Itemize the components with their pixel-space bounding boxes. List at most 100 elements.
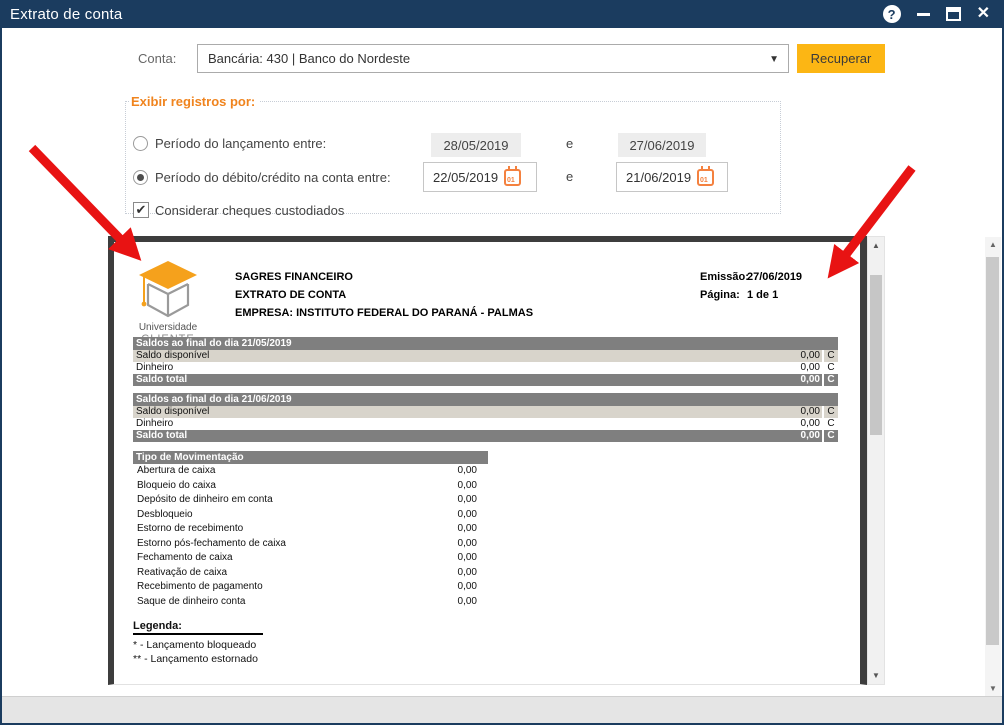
- saldo-row-label: Saldo disponível: [133, 350, 744, 362]
- saldo-row-value: 0,00: [744, 362, 822, 374]
- periodo-debito-credito-label: Período do débito/crédito na conta entre…: [155, 170, 391, 185]
- periodo-lancamento-label: Período do lançamento entre:: [155, 136, 326, 151]
- saldo-row-value: 0,00: [744, 418, 822, 430]
- movement-row-label: Recebimento de pagamento: [133, 580, 417, 595]
- movement-row-value: 0,00: [417, 479, 477, 494]
- status-bar: [2, 696, 1002, 723]
- debito-from-input[interactable]: [424, 170, 502, 185]
- movement-row: Reativação de caixa 0,00: [133, 566, 488, 581]
- report-vertical-scrollbar[interactable]: ▲ ▼: [867, 236, 885, 685]
- report-meta: Emissão:27/06/2019 Página:1 de 1: [700, 268, 802, 304]
- scroll-down-icon[interactable]: ▼: [985, 684, 1001, 693]
- emissao-value: 27/06/2019: [747, 271, 802, 283]
- saldo-row: Saldo total 0,00 C: [133, 430, 838, 442]
- help-icon[interactable]: ?: [883, 5, 901, 23]
- conta-dropdown[interactable]: Bancária: 430 | Banco do Nordeste ▼: [197, 44, 789, 73]
- extrato-de-conta-window: Extrato de conta ? ✕ Conta: Bancária: 43…: [0, 0, 1004, 725]
- movement-row-value: 0,00: [417, 551, 477, 566]
- close-icon[interactable]: ✕: [977, 6, 990, 22]
- movement-row: Abertura de caixa 0,00: [133, 464, 488, 479]
- panel-vertical-scrollbar[interactable]: ▲ ▼: [985, 237, 1001, 696]
- debito-to-input[interactable]: [617, 170, 695, 185]
- report-subtitle: EXTRATO DE CONTA: [235, 286, 533, 304]
- movement-row-value: 0,00: [417, 537, 477, 552]
- movement-row-label: Estorno pós-fechamento de caixa: [133, 537, 417, 552]
- movement-table-title: Tipo de Movimentação: [133, 451, 488, 464]
- movement-row-label: Estorno de recebimento: [133, 522, 417, 537]
- window-title: Extrato de conta: [0, 6, 122, 23]
- saldo-row-label: Saldo total: [133, 374, 744, 386]
- saldo-row: Dinheiro 0,00 C: [133, 418, 838, 430]
- scrollbar-thumb[interactable]: [986, 257, 999, 645]
- movement-row-label: Fechamento de caixa: [133, 551, 417, 566]
- calendar-icon[interactable]: [504, 169, 521, 186]
- saldo-row-suffix: C: [824, 350, 838, 362]
- scroll-down-icon[interactable]: ▼: [868, 671, 884, 680]
- chevron-down-icon: ▼: [769, 54, 779, 65]
- movement-row-label: Depósito de dinheiro em conta: [133, 493, 417, 508]
- minimize-icon[interactable]: [917, 13, 930, 16]
- movement-row: Desbloqueio 0,00: [133, 508, 488, 523]
- saldo-row: Saldo disponível 0,00 C: [133, 406, 838, 418]
- movement-row: Saque de dinheiro conta 0,00: [133, 595, 488, 610]
- periodo-debito-credito-radio[interactable]: [133, 170, 148, 185]
- fieldset-legend: Exibir registros por:: [129, 94, 259, 109]
- debito-to-field[interactable]: [616, 162, 728, 192]
- scrollbar-thumb[interactable]: [870, 275, 882, 435]
- legend-item: * - Lançamento bloqueado: [133, 638, 263, 652]
- cheques-custodiados-row: ✔ Considerar cheques custodiados: [133, 201, 344, 219]
- movement-row-value: 0,00: [417, 508, 477, 523]
- cheques-custodiados-checkbox[interactable]: ✔: [133, 202, 149, 218]
- saldo-row-suffix: C: [824, 418, 838, 430]
- pagina-value: 1 de 1: [747, 289, 778, 301]
- movement-row: Fechamento de caixa 0,00: [133, 551, 488, 566]
- saldo-row: Saldo disponível 0,00 C: [133, 350, 838, 362]
- saldo-table-title: Saldos ao final do dia 21/06/2019: [133, 393, 838, 406]
- debito-from-field[interactable]: [423, 162, 537, 192]
- e-separator-2: e: [566, 169, 573, 184]
- saldo-row-label: Dinheiro: [133, 362, 744, 374]
- universidade-cliente-logo: Universidade CLIENTE: [133, 260, 203, 345]
- movement-row: Estorno pós-fechamento de caixa 0,00: [133, 537, 488, 552]
- conta-dropdown-value: Bancária: 430 | Banco do Nordeste: [208, 51, 410, 66]
- movement-row-label: Saque de dinheiro conta: [133, 595, 417, 610]
- logo-line1: Universidade: [133, 322, 203, 333]
- saldo-table: Saldos ao final do dia 21/06/2019 Saldo …: [133, 393, 838, 442]
- saldo-row-suffix: C: [824, 406, 838, 418]
- report-header: SAGRES FINANCEIRO EXTRATO DE CONTA EMPRE…: [235, 268, 533, 322]
- scroll-up-icon[interactable]: ▲: [868, 241, 884, 250]
- movement-row-label: Desbloqueio: [133, 508, 417, 523]
- emissao-label: Emissão:: [700, 268, 747, 286]
- movement-row-label: Reativação de caixa: [133, 566, 417, 581]
- e-separator-1: e: [566, 136, 573, 151]
- recuperar-button[interactable]: Recuperar: [797, 44, 885, 73]
- movement-row-value: 0,00: [417, 566, 477, 581]
- legend-item: ** - Lançamento estornado: [133, 652, 263, 666]
- movement-table: Tipo de Movimentação Abertura de caixa 0…: [133, 451, 488, 609]
- cheques-custodiados-label: Considerar cheques custodiados: [155, 203, 344, 218]
- scroll-up-icon[interactable]: ▲: [985, 240, 1001, 249]
- saldo-row-suffix: C: [824, 430, 838, 442]
- conta-label: Conta:: [138, 51, 176, 66]
- saldo-row-suffix: C: [824, 374, 838, 386]
- movement-row-value: 0,00: [417, 493, 477, 508]
- report-title: SAGRES FINANCEIRO: [235, 268, 533, 286]
- saldo-row-label: Dinheiro: [133, 418, 744, 430]
- movement-row-value: 0,00: [417, 522, 477, 537]
- movement-row: Recebimento de pagamento 0,00: [133, 580, 488, 595]
- saldo-row-value: 0,00: [744, 350, 822, 362]
- saldo-row-value: 0,00: [744, 430, 822, 442]
- periodo-lancamento-radio[interactable]: [133, 136, 148, 151]
- saldo-row: Dinheiro 0,00 C: [133, 362, 838, 374]
- logo-graphic: [135, 260, 201, 318]
- movement-row-label: Abertura de caixa: [133, 464, 417, 479]
- maximize-icon[interactable]: [946, 7, 961, 21]
- saldo-table-title: Saldos ao final do dia 21/05/2019: [133, 337, 838, 350]
- saldo-row: Saldo total 0,00 C: [133, 374, 838, 386]
- report-legend: Legenda: * - Lançamento bloqueado** - La…: [133, 620, 263, 666]
- report-company: EMPRESA: INSTITUTO FEDERAL DO PARANÁ - P…: [235, 304, 533, 322]
- movement-row-label: Bloqueio do caixa: [133, 479, 417, 494]
- legend-title: Legenda:: [133, 620, 263, 635]
- saldo-row-value: 0,00: [744, 406, 822, 418]
- calendar-icon[interactable]: [697, 169, 714, 186]
